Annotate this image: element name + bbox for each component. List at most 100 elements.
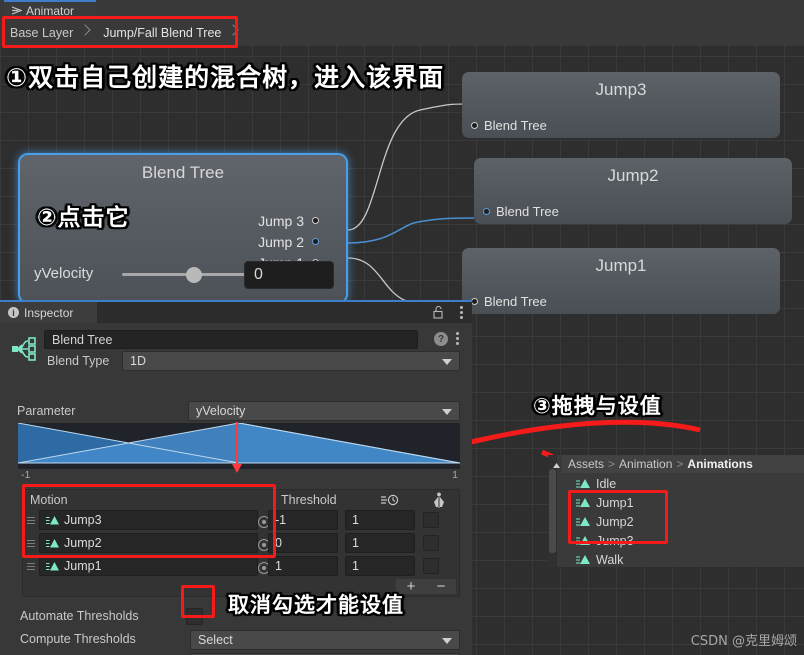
state-node-jump2-subtitle: Blend Tree xyxy=(496,204,559,219)
input-port-icon-jump2[interactable] xyxy=(483,208,490,215)
annotation-step-3: ③拖拽与设值 xyxy=(533,394,662,418)
motion-field-jump3[interactable]: Jump3 xyxy=(39,510,270,530)
asset-item-jump3[interactable]: Jump3 xyxy=(576,531,634,550)
collapse-arrow-icon[interactable] xyxy=(552,459,561,468)
drag-handle-icon[interactable] xyxy=(27,517,35,524)
help-icon[interactable]: ? xyxy=(434,332,448,346)
state-node-jump1-subtitle: Blend Tree xyxy=(484,294,547,309)
state-node-jump1-title: Jump1 xyxy=(595,256,647,275)
blend-tree-parameter-value[interactable]: 0 xyxy=(244,261,334,289)
motion-field-jump2[interactable]: Jump2 xyxy=(39,533,270,553)
assets-scrollbar-thumb[interactable] xyxy=(549,469,556,553)
drag-handle-icon[interactable] xyxy=(27,563,35,570)
asset-name-field[interactable]: Blend Tree xyxy=(44,330,418,349)
input-port-icon-jump3[interactable] xyxy=(471,122,478,129)
tab-animator-label: Animator xyxy=(26,3,75,18)
animator-icon xyxy=(11,5,22,16)
tab-inspector-label: Inspector xyxy=(24,305,74,320)
blend-weight-graph[interactable] xyxy=(18,423,460,469)
animation-clip-icon xyxy=(576,554,591,566)
threshold-column-header: Threshold xyxy=(281,493,337,507)
add-remove-buttons: + − xyxy=(395,578,457,595)
remove-motion-button[interactable]: − xyxy=(437,579,446,594)
asset-item-walk[interactable]: Walk xyxy=(576,550,623,569)
automate-thresholds-checkbox[interactable] xyxy=(186,608,203,625)
motion-table: Motion Threshold Jump3 -1 1 Jump2 0 1 Ju… xyxy=(22,489,460,597)
graph-axis-max: 1 xyxy=(452,469,458,481)
assets-breadcrumb-animations[interactable]: Animations xyxy=(687,457,752,471)
assets-scrollbar[interactable] xyxy=(548,455,557,567)
editor-tab-bar xyxy=(0,0,804,19)
parameter-row: Parameter yVelocity xyxy=(0,401,472,421)
breadcrumb-item-base-layer[interactable]: Base Layer xyxy=(0,19,79,46)
output-port-icon-jump2[interactable] xyxy=(312,238,319,245)
blend-tree-node-title: Blend Tree xyxy=(141,163,225,182)
blend-tree-output-jump3: Jump 3 xyxy=(258,213,304,229)
asset-item-jump1[interactable]: Jump1 xyxy=(576,493,634,512)
asset-item-jump1-label: Jump1 xyxy=(596,495,634,510)
kebab-menu-icon-row[interactable] xyxy=(456,332,459,345)
inspector-tab-row: i Inspector xyxy=(0,302,472,323)
state-node-jump2[interactable]: Jump2 Blend Tree xyxy=(474,158,792,224)
mirror-checkbox-jump1[interactable] xyxy=(423,558,439,574)
animation-clip-icon xyxy=(576,478,591,490)
project-assets-panel[interactable]: Assets > Animation > Animations Idle Jum… xyxy=(548,455,804,567)
mirror-checkbox-jump2[interactable] xyxy=(423,535,439,551)
compute-thresholds-row: Compute Thresholds Select xyxy=(0,629,472,651)
motion-field-jump1-label: Jump1 xyxy=(64,559,102,573)
add-motion-button[interactable]: + xyxy=(407,579,416,594)
threshold-field-jump2[interactable]: 0 xyxy=(268,533,338,553)
assets-breadcrumb-assets[interactable]: Assets xyxy=(568,457,604,471)
table-row[interactable]: Jump3 -1 1 xyxy=(23,509,459,532)
tab-animator[interactable]: Animator xyxy=(4,0,96,19)
animation-clip-icon xyxy=(46,515,60,526)
mirror-icon xyxy=(432,492,446,508)
state-node-jump2-title: Jump2 xyxy=(607,166,659,185)
time-scale-field-jump3[interactable]: 1 xyxy=(345,510,415,530)
threshold-field-jump3[interactable]: -1 xyxy=(268,510,338,530)
state-node-jump1[interactable]: Jump1 Blend Tree xyxy=(462,248,780,314)
blend-tree-parameter-slider-row: yVelocity 0 xyxy=(34,261,334,289)
table-row[interactable]: Jump1 1 1 xyxy=(23,555,459,578)
asset-item-walk-label: Walk xyxy=(596,552,624,567)
annotation-step-4: 取消勾选才能设值 xyxy=(228,593,404,617)
graph-playhead[interactable] xyxy=(236,422,238,470)
asset-item-jump2[interactable]: Jump2 xyxy=(576,512,634,531)
animation-clip-icon xyxy=(46,561,60,572)
breadcrumb-separator-icon-2 xyxy=(227,19,241,46)
screenshot-root: Animator Base Layer Jump/Fall Blend Tree… xyxy=(0,0,804,655)
parameter-dropdown[interactable]: yVelocity xyxy=(188,401,460,421)
input-port-icon-jump1[interactable] xyxy=(471,298,478,305)
assets-breadcrumb-sep-2: > xyxy=(676,457,684,471)
compute-thresholds-dropdown[interactable]: Select xyxy=(190,630,460,650)
blend-type-label: Blend Type xyxy=(47,354,110,368)
output-port-icon-jump3[interactable] xyxy=(312,217,319,224)
asset-item-idle[interactable]: Idle xyxy=(576,474,616,493)
assets-breadcrumb-animation[interactable]: Animation xyxy=(619,457,672,471)
table-row[interactable]: Jump2 0 1 xyxy=(23,532,459,555)
watermark: CSDN @克里姆颂 xyxy=(690,634,797,649)
time-scale-field-jump1[interactable]: 1 xyxy=(345,556,415,576)
motion-field-jump1[interactable]: Jump1 xyxy=(39,556,270,576)
tab-inspector[interactable]: i Inspector xyxy=(0,302,97,323)
threshold-field-jump1[interactable]: 1 xyxy=(268,556,338,576)
animation-clip-icon xyxy=(576,516,591,528)
motion-field-jump2-label: Jump2 xyxy=(64,536,102,550)
kebab-menu-icon[interactable] xyxy=(460,306,463,319)
breadcrumb-item-blend-tree[interactable]: Jump/Fall Blend Tree xyxy=(93,19,227,46)
time-scale-icon xyxy=(381,493,399,507)
blend-type-dropdown[interactable]: 1D xyxy=(122,351,460,371)
blend-tree-slider-knob[interactable] xyxy=(186,267,202,283)
asset-item-idle-label: Idle xyxy=(596,476,617,491)
annotation-step-1: ①双击自己创建的混合树，进入该界面 xyxy=(6,63,445,92)
animation-clip-icon xyxy=(576,535,591,547)
state-node-jump3-subtitle: Blend Tree xyxy=(484,118,547,133)
time-scale-field-jump2[interactable]: 1 xyxy=(345,533,415,553)
lock-open-icon[interactable] xyxy=(433,305,444,319)
state-node-jump3[interactable]: Jump3 Blend Tree xyxy=(462,72,780,138)
compute-thresholds-label: Compute Thresholds xyxy=(20,632,136,646)
motion-column-header: Motion xyxy=(30,493,68,507)
automate-thresholds-label: Automate Thresholds xyxy=(20,609,139,623)
mirror-checkbox-jump3[interactable] xyxy=(423,512,439,528)
drag-handle-icon[interactable] xyxy=(27,540,35,547)
